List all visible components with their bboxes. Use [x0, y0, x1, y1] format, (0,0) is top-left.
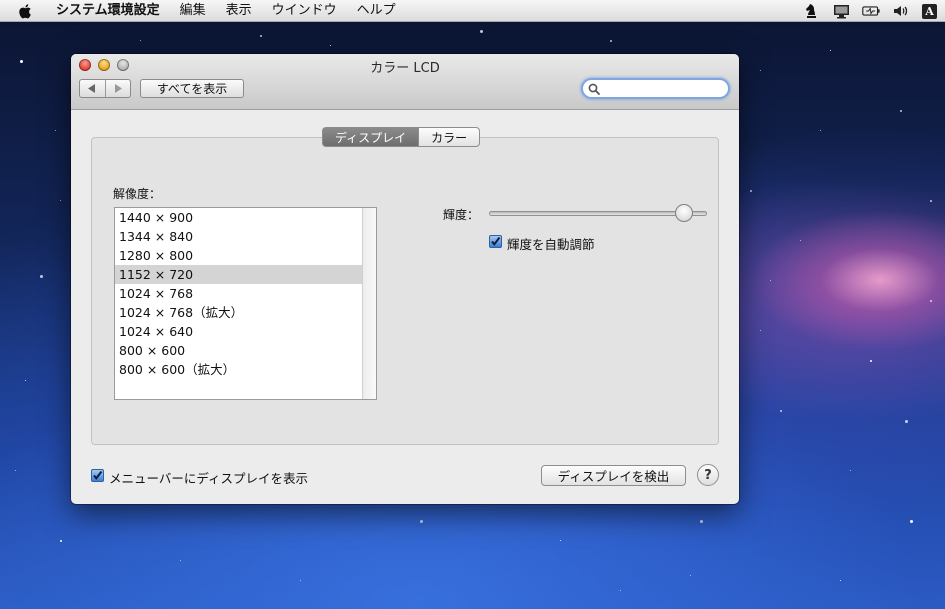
window-title: カラー LCD	[370, 61, 440, 76]
tab-bar: ディスプレイ カラー	[322, 127, 481, 147]
input-source-indicator[interactable]: A	[922, 3, 937, 19]
star	[60, 200, 62, 202]
resolution-option[interactable]: 1280 × 800	[115, 246, 362, 265]
star	[780, 410, 782, 412]
auto-brightness-label[interactable]: 輝度を自動調節	[507, 234, 595, 253]
tab-color[interactable]: カラー	[418, 127, 481, 147]
help-button[interactable]: ?	[697, 464, 719, 486]
star	[40, 275, 43, 278]
resolution-option[interactable]: 1344 × 840	[115, 227, 362, 246]
star	[700, 520, 703, 523]
resolution-option[interactable]: 1152 × 720	[115, 265, 362, 284]
volume-icon[interactable]	[892, 3, 910, 19]
menu-app-name[interactable]: システム環境設定	[46, 0, 170, 22]
back-arrow-icon	[88, 84, 96, 93]
star	[55, 130, 57, 132]
resolution-option[interactable]: 1024 × 768	[115, 284, 362, 303]
star	[15, 470, 17, 472]
star	[770, 280, 772, 282]
star	[480, 30, 483, 33]
star	[330, 45, 332, 47]
preferences-window: カラー LCD すべてを表示 ディスプレイ カラー 解像度： 1440 × 90…	[71, 54, 739, 504]
menu-bar: システム環境設定 編集 表示 ウインドウ ヘルプ A	[0, 0, 945, 22]
star	[820, 130, 822, 132]
star	[620, 590, 622, 592]
star	[610, 40, 612, 42]
resolution-option[interactable]: 1024 × 640	[115, 322, 362, 341]
resolution-option[interactable]: 800 × 600	[115, 341, 362, 360]
star	[910, 520, 913, 523]
star	[420, 520, 423, 523]
checkmark-icon	[93, 470, 103, 480]
star	[60, 540, 62, 542]
star	[180, 560, 182, 562]
back-forward-control	[79, 79, 131, 98]
star	[560, 540, 562, 542]
resolution-label: 解像度：	[113, 187, 162, 201]
resolution-option[interactable]: 1440 × 900	[115, 208, 362, 227]
window-toolbar: カラー LCD すべてを表示	[71, 54, 739, 110]
resolution-list[interactable]: 1440 × 900 1344 × 840 1280 × 800 1152 × 720…	[114, 207, 377, 400]
star	[930, 300, 932, 302]
search-field[interactable]	[581, 78, 730, 99]
auto-brightness-checkbox[interactable]	[489, 235, 502, 248]
menu-edit[interactable]: 編集	[170, 0, 216, 22]
show-all-button[interactable]: すべてを表示	[140, 79, 244, 98]
star	[760, 330, 762, 332]
brightness-label: 輝度：	[443, 208, 480, 222]
menu-window[interactable]: ウインドウ	[262, 0, 347, 22]
star	[750, 190, 752, 192]
star	[800, 240, 802, 242]
menu-view[interactable]: 表示	[216, 0, 262, 22]
star	[850, 470, 852, 472]
menu-help[interactable]: ヘルプ	[347, 0, 406, 22]
forward-button[interactable]	[104, 80, 131, 97]
star	[690, 575, 692, 577]
chess-knight-icon[interactable]	[802, 3, 820, 19]
star	[900, 110, 902, 112]
star	[25, 380, 27, 382]
show-in-menubar-checkbox[interactable]	[91, 469, 104, 482]
forward-arrow-icon	[114, 84, 122, 93]
battery-icon[interactable]	[862, 3, 880, 19]
display-icon[interactable]	[832, 3, 850, 19]
status-area: A	[802, 0, 937, 22]
star	[260, 35, 262, 37]
checkmark-icon	[491, 236, 501, 246]
resolution-list-scrollbar[interactable]	[362, 208, 376, 399]
search-icon	[588, 83, 600, 95]
tab-display[interactable]: ディスプレイ	[322, 127, 419, 147]
star	[300, 580, 302, 582]
resolution-option[interactable]: 1024 × 768（拡大）	[115, 303, 362, 322]
apple-icon[interactable]	[18, 3, 34, 19]
resolution-option[interactable]: 800 × 600（拡大）	[115, 360, 362, 379]
search-input[interactable]	[603, 81, 722, 96]
star	[760, 70, 762, 72]
brightness-slider-knob[interactable]	[675, 204, 693, 222]
resolution-list-rows: 1440 × 900 1344 × 840 1280 × 800 1152 × 720…	[115, 208, 362, 399]
show-in-menubar-label[interactable]: メニューバーにディスプレイを表示	[109, 468, 308, 487]
star	[830, 50, 832, 52]
star	[20, 60, 23, 63]
detect-displays-button[interactable]: ディスプレイを検出	[541, 465, 686, 486]
back-button[interactable]	[80, 80, 105, 97]
star	[840, 580, 842, 582]
star	[930, 200, 932, 202]
star	[870, 360, 872, 362]
star	[140, 40, 142, 42]
star	[905, 420, 908, 423]
